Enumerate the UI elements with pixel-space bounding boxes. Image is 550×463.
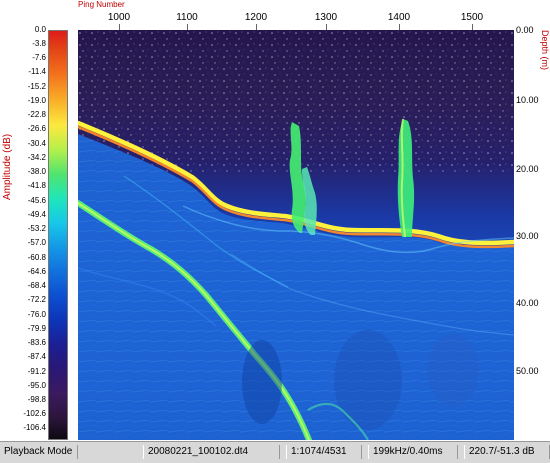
- colorbar-tick: -83.6: [27, 338, 46, 347]
- colorbar-tick: -91.2: [27, 367, 46, 376]
- x-axis-tick-label: 1300: [314, 12, 338, 23]
- x-axis-tick-label: 1200: [244, 12, 268, 23]
- colorbar-tick: -30.4: [27, 139, 46, 148]
- status-ping: 1:1074/4531: [286, 445, 362, 459]
- x-axis-tick-label: 1400: [387, 12, 411, 23]
- y-axis-tick-label: 10.00: [516, 95, 539, 105]
- colorbar-tick: -72.2: [27, 295, 46, 304]
- status-bar: Playback Mode 20080221_100102.dt4 1:1074…: [0, 441, 550, 463]
- colorbar-tick: -15.2: [27, 82, 46, 91]
- status-filename: 20080221_100102.dt4: [143, 445, 280, 459]
- y-axis-tick-label: 50.00: [516, 366, 539, 376]
- colorbar-tick: -7.6: [32, 53, 46, 62]
- x-axis-tick-label: 1100: [176, 12, 198, 23]
- colorbar-tick: -11.4: [28, 67, 46, 76]
- ping-number-axis-title: Ping Number: [78, 0, 125, 9]
- y-axis-tick-label: 40.00: [516, 298, 539, 308]
- colorbar-tick: -45.6: [27, 196, 46, 205]
- colorbar-tick-labels: 0.0 -3.8 -7.6 -11.4 -15.2 -19.0 -22.8 -2…: [14, 26, 48, 440]
- y-axis-tick-label: 0.00: [516, 25, 534, 35]
- status-frequency: 199kHz/0.40ms: [368, 445, 458, 459]
- colorbar-tick: -87.4: [27, 352, 46, 361]
- shadow-column: [334, 330, 402, 430]
- colorbar-tick: -57.0: [27, 238, 46, 247]
- colorbar-tick: -26.6: [27, 124, 46, 133]
- colorbar-tick: -34.2: [27, 153, 46, 162]
- colorbar-tick: 0.0: [34, 25, 46, 34]
- colorbar-tick: -79.9: [27, 324, 46, 333]
- colorbar-tick: -53.2: [27, 224, 46, 233]
- colorbar-tick: -76.0: [27, 310, 46, 319]
- amplitude-colorbar: [48, 30, 68, 440]
- colorbar-tick: -19.0: [27, 96, 46, 105]
- colorbar-tick: -22.8: [27, 110, 46, 119]
- x-axis-tick-label: 1000: [107, 12, 131, 23]
- x-axis-tick-label: 1500: [460, 12, 484, 23]
- colorbar-title: Amplitude (dB): [2, 133, 13, 200]
- shadow-column: [242, 340, 282, 424]
- colorbar-tick: -64.6: [27, 267, 46, 276]
- colorbar-tick: -60.8: [27, 253, 46, 262]
- y-axis-tick-label: 20.00: [516, 164, 539, 174]
- colorbar-tick: -98.8: [27, 395, 46, 404]
- colorbar-tick: -41.8: [27, 181, 46, 190]
- ping-number-axis: 1000 1100 1200 1300 1400 1500: [78, 10, 514, 30]
- echogram-window: Amplitude (dB) 0.0 -3.8 -7.6 -11.4 -15.2…: [0, 0, 550, 463]
- colorbar-tick: -3.8: [32, 39, 46, 48]
- colorbar-tick: -95.0: [27, 381, 46, 390]
- shadow-column: [427, 334, 479, 406]
- depth-axis: 0.00 10.00 20.00 30.00 40.00 50.00: [514, 26, 539, 440]
- colorbar-tick: -102.6: [23, 409, 46, 418]
- echogram-image: [78, 30, 514, 440]
- sonar-echogram-plot[interactable]: [78, 30, 514, 440]
- colorbar-tick: -38.0: [27, 167, 46, 176]
- colorbar-tick: -106.4: [23, 423, 46, 432]
- y-axis-tick-label: 30.00: [516, 231, 539, 241]
- status-amplitude-readout: 220.7/-51.3 dB: [464, 445, 550, 459]
- status-mode: Playback Mode: [0, 445, 78, 459]
- depth-axis-title: Depth (m): [540, 30, 550, 71]
- colorbar-tick: -68.4: [27, 281, 46, 290]
- colorbar-tick: -49.4: [27, 210, 46, 219]
